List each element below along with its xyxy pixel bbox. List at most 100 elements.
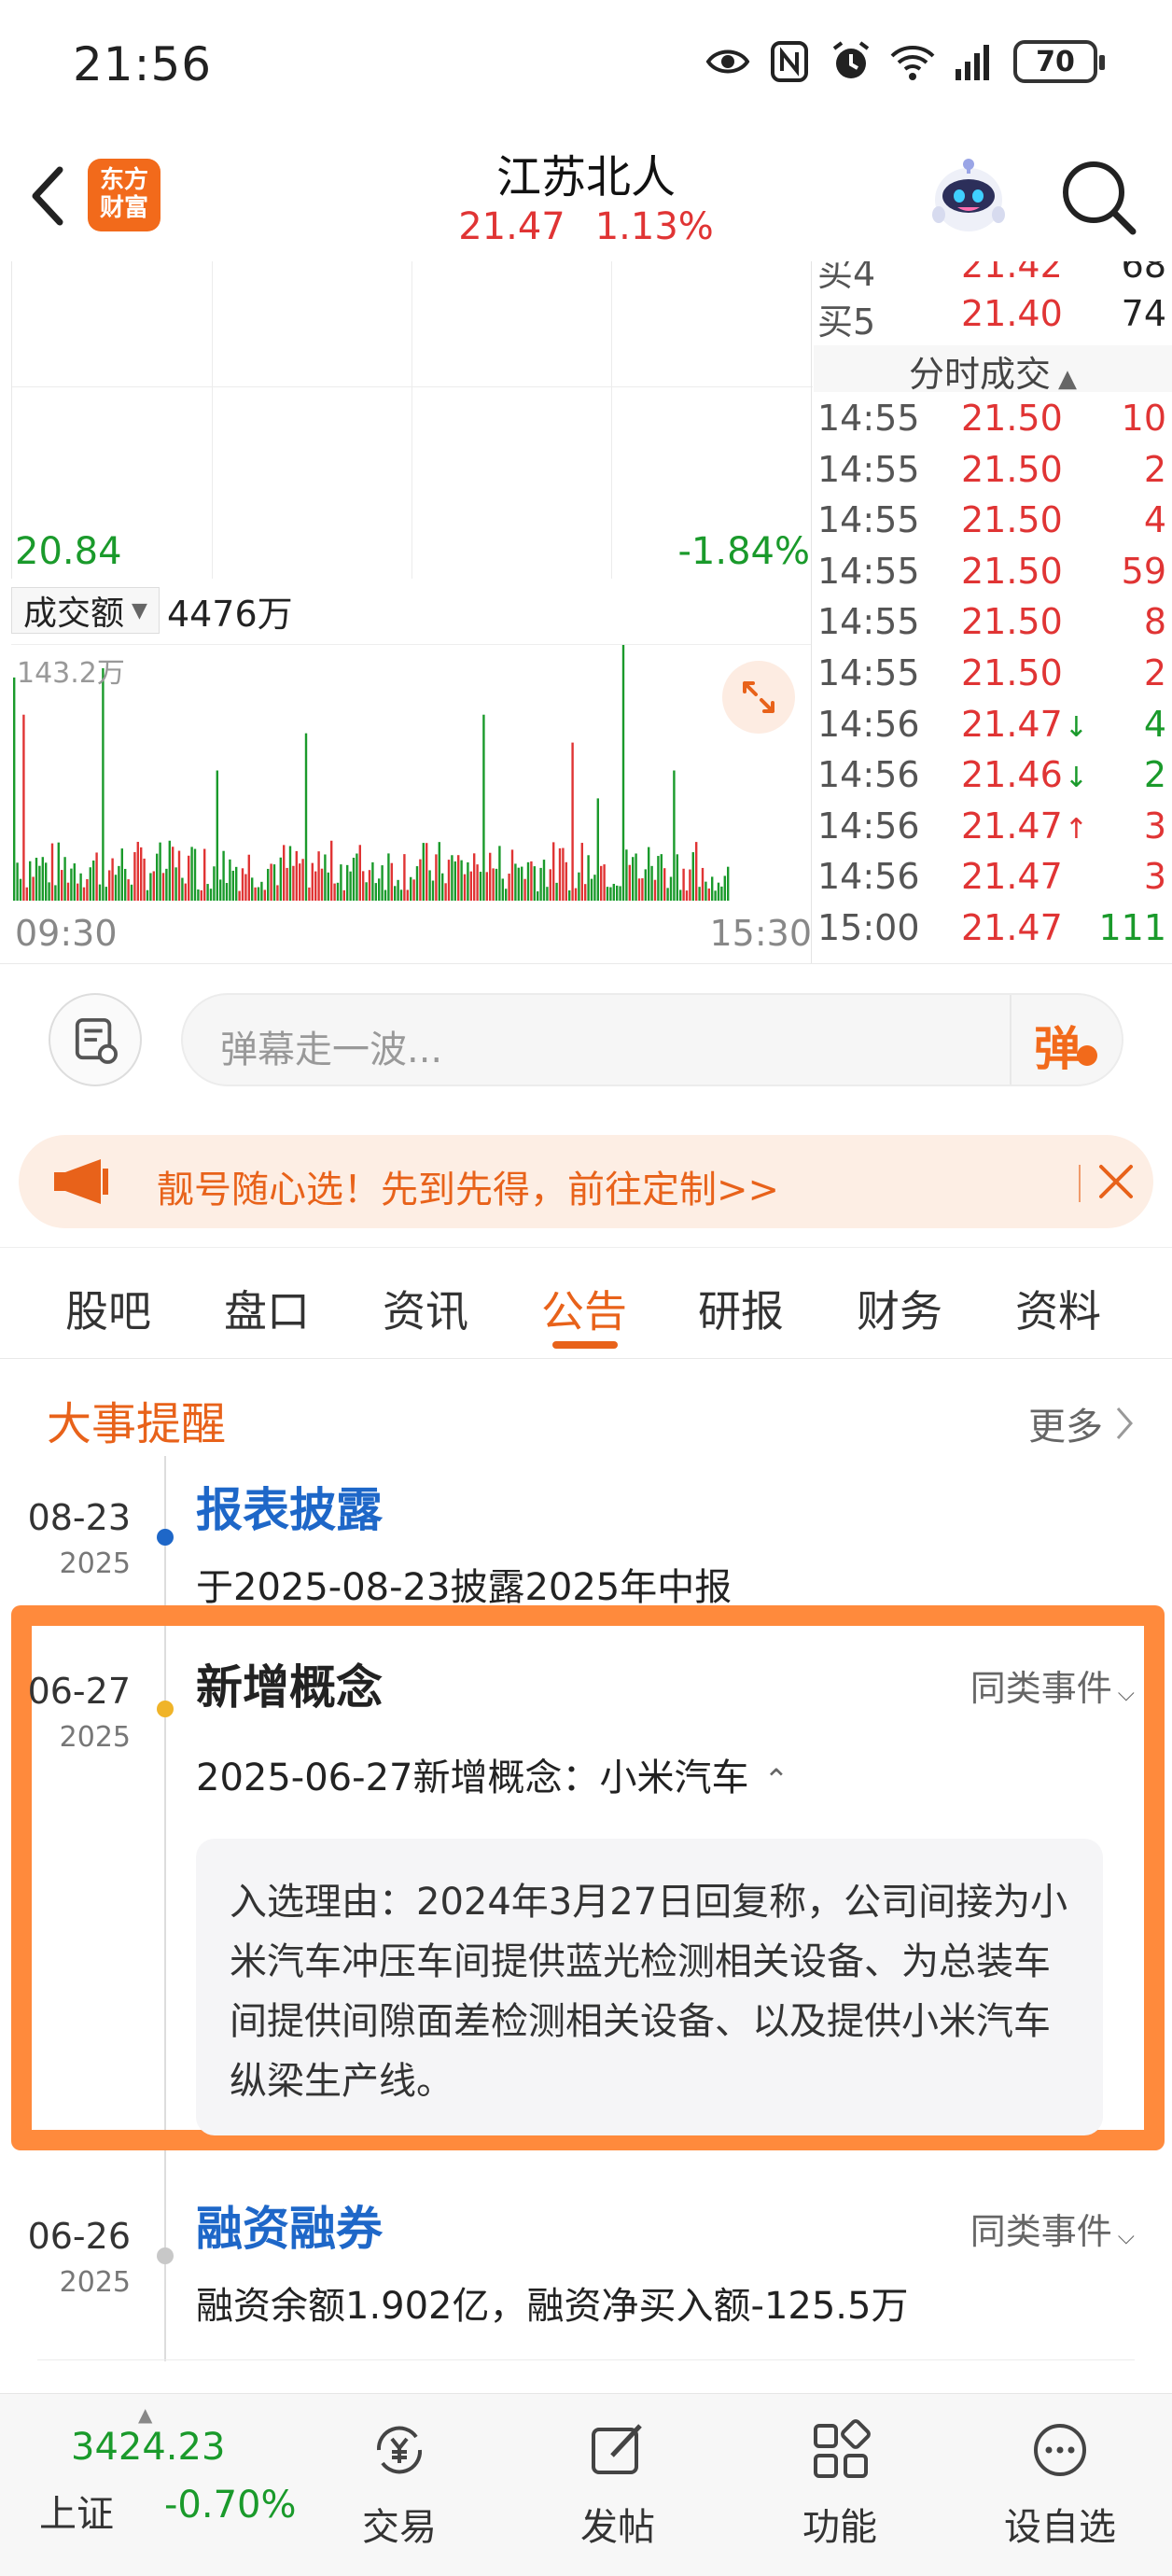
trade-volume: 3	[1143, 805, 1166, 847]
trade-arrow-icon: ↓	[1064, 710, 1088, 744]
volume-bar	[241, 868, 244, 901]
volume-bar	[720, 886, 723, 901]
volume-bar	[537, 891, 539, 901]
volume-bar	[146, 889, 149, 901]
volume-bar	[41, 857, 44, 901]
danmu-send-button[interactable]: 弹	[1010, 995, 1122, 1085]
trade-time: 14:56	[817, 754, 920, 796]
signal-icon	[956, 45, 989, 80]
volume-bar	[365, 882, 368, 901]
volume-bar	[193, 848, 197, 901]
tab-research[interactable]: 研报	[698, 1278, 784, 1339]
volume-bar	[98, 884, 102, 901]
trade-price: 21.50	[961, 398, 1065, 439]
tab-news[interactable]: 资讯	[383, 1278, 468, 1339]
volume-bar	[156, 853, 159, 901]
same-type-events-link[interactable]: 同类事件 ⌵	[970, 2203, 1135, 2254]
wifi-icon	[890, 46, 935, 80]
event-title[interactable]: 融资融券	[196, 2191, 383, 2259]
trade-time: 14:55	[817, 499, 920, 541]
volume-bar	[530, 861, 533, 901]
trade-price-value: 21.50	[961, 398, 1063, 439]
volume-bar	[260, 881, 263, 901]
volume-bar	[578, 872, 580, 901]
volume-bar	[301, 859, 304, 901]
nav-trade[interactable]: 交易	[325, 2405, 474, 2564]
volume-bar	[54, 885, 57, 901]
order-price: 21.42	[961, 261, 1063, 286]
volume-bar	[435, 854, 438, 901]
nav-add-watchlist[interactable]: 设自选	[985, 2405, 1135, 2564]
tab-finance[interactable]: 财务	[857, 1278, 942, 1339]
tab-profile[interactable]: 资料	[1015, 1278, 1101, 1339]
index-value[interactable]: 3424.23	[71, 2426, 225, 2469]
volume-bar	[489, 852, 492, 901]
trade-time: 14:55	[817, 448, 920, 490]
volume-bar	[114, 875, 118, 901]
timeline-dot	[157, 1701, 174, 1717]
same-type-label: 同类事件	[970, 2211, 1112, 2252]
volume-bar	[663, 868, 666, 901]
volume-bar	[206, 884, 209, 901]
event-desc-row[interactable]: 2025-06-27新增概念：小米汽车 ⌃	[196, 1747, 788, 1801]
event-title[interactable]: 报表披露	[196, 1473, 383, 1540]
trade-volume: 8	[1143, 601, 1166, 643]
volume-bar	[288, 846, 292, 901]
expand-up-icon[interactable]: ▲	[138, 2403, 152, 2426]
trade-volume: 3	[1143, 856, 1166, 898]
order-book-panel[interactable]: 买4 21.42 68 买5 21.40 74 分时成交 ▲ 14:55 21.50…	[814, 261, 1172, 963]
index-name[interactable]: 上证	[39, 2484, 114, 2538]
volume-bar	[356, 853, 358, 901]
volume-bar	[70, 868, 73, 901]
alarm-icon	[832, 41, 870, 78]
volume-bar	[225, 883, 229, 901]
volume-bar	[295, 850, 298, 901]
trade-row: 14:55 21.50 8	[814, 601, 1172, 651]
volume-bar	[495, 868, 498, 901]
promo-separator	[1079, 1165, 1081, 1202]
volume-bar	[219, 879, 222, 901]
robot-avatar-icon[interactable]	[924, 153, 1013, 243]
volume-bar	[336, 882, 340, 901]
volume-bar	[330, 840, 333, 901]
index-change-pct[interactable]: -0.70%	[164, 2484, 297, 2527]
volume-bar	[168, 840, 171, 901]
chart-time-start: 09:30	[15, 913, 118, 954]
chart-time-end: 15:30	[709, 913, 812, 954]
volume-selector[interactable]: 成交额 ▼	[11, 587, 160, 634]
volume-bar	[441, 873, 444, 901]
volume-bar	[209, 889, 213, 901]
trade-row: 14:55 21.50 2	[814, 652, 1172, 703]
trades-header[interactable]: 分时成交 ▲	[814, 345, 1172, 395]
intraday-chart[interactable]: 20.84 -1.84% 成交额 ▼ 4476万 143.2万 09:30 15:…	[11, 261, 813, 963]
volume-bar	[606, 887, 609, 901]
battery-indicator: 70	[1013, 40, 1105, 83]
volume-bar	[188, 855, 190, 901]
search-icon[interactable]	[1056, 155, 1140, 239]
same-type-events-link[interactable]: 同类事件 ⌵	[970, 1659, 1135, 1711]
volume-bar	[314, 871, 317, 901]
trade-price: 21.47↑	[961, 805, 1088, 847]
danmu-input[interactable]: 弹幕走一波... 弹	[181, 993, 1123, 1086]
tab-guba[interactable]: 股吧	[65, 1278, 151, 1339]
danmu-settings-icon[interactable]	[49, 993, 142, 1086]
nav-post[interactable]: 发帖	[543, 2405, 692, 2564]
trade-row: 15:00 21.47 111	[814, 907, 1172, 958]
volume-bar	[374, 883, 377, 901]
nav-functions[interactable]: 功能	[765, 2405, 914, 2564]
volume-bar	[533, 866, 536, 901]
volume-bar	[358, 845, 361, 901]
close-icon[interactable]	[1092, 1157, 1140, 1206]
trade-row: 14:55 21.50 4	[814, 499, 1172, 550]
volume-bar	[653, 879, 657, 901]
tab-pankou[interactable]: 盘口	[224, 1278, 310, 1339]
more-link[interactable]: 更多	[1028, 1396, 1135, 1450]
volume-bar	[172, 847, 174, 901]
tab-announcements[interactable]: 公告	[541, 1278, 627, 1339]
promo-banner[interactable]: 靓号随心选！先到先得，前往定制>>	[19, 1135, 1153, 1228]
expand-icon[interactable]	[722, 661, 795, 734]
trade-price-value: 21.46	[961, 754, 1063, 796]
volume-bar	[140, 847, 143, 901]
volume-bar	[555, 882, 558, 901]
event-desc: 融资余额1.902亿，融资净买入额-125.5万	[196, 2285, 909, 2328]
